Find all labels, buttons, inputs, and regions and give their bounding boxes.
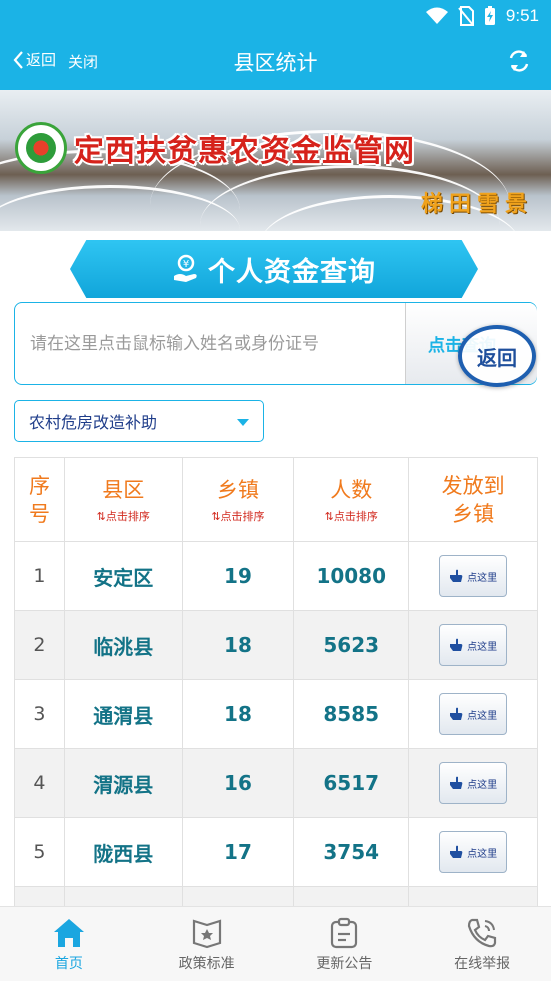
row-county: 渭源县	[63, 748, 183, 818]
search-box: 点击查询	[14, 302, 537, 385]
table-row: 1 安定区 19 10080 点这里	[14, 541, 538, 611]
floating-return-button[interactable]: 返回	[458, 325, 536, 387]
home-icon	[53, 919, 84, 947]
row-index: 1	[14, 541, 65, 611]
pointing-hand-icon	[450, 776, 463, 789]
row-people: 6517	[293, 748, 410, 818]
phone-icon	[468, 918, 497, 948]
refresh-button[interactable]	[507, 48, 531, 78]
search-input[interactable]	[15, 303, 405, 384]
tab-label: 政策标准	[178, 956, 235, 972]
header-people[interactable]: 人数 ⇅点击排序	[293, 457, 410, 542]
pointing-hand-icon	[450, 707, 463, 720]
table-row: 5 陇西县 17 3754 点这里	[14, 817, 538, 887]
row-towns: 19	[181, 541, 295, 611]
row-towns: 18	[181, 610, 295, 680]
row-index: 5	[14, 817, 65, 887]
sort-hint: ⇅点击排序	[211, 509, 265, 523]
row-towns: 17	[181, 817, 295, 887]
section-title: 个人资金查询	[208, 256, 376, 288]
refresh-icon	[509, 50, 529, 72]
banner-subtitle: 梯田雪景	[420, 192, 533, 217]
caret-down-icon	[237, 419, 249, 426]
sort-hint: ⇅点击排序	[324, 509, 378, 523]
sort-hint: ⇅点击排序	[96, 509, 150, 523]
row-county: 安定区	[63, 541, 183, 611]
status-icons: 9:51	[425, 5, 539, 27]
row-towns: 16	[181, 748, 295, 818]
banner-title: 定西扶贫惠农资金监管网	[74, 134, 415, 169]
section-header: ¥ 个人资金查询	[70, 240, 478, 298]
county-stats-table: 序 号 县区 ⇅点击排序 乡镇 ⇅点击排序 人数 ⇅点击排序 发放到 乡镇 1	[14, 457, 538, 956]
pointing-hand-icon	[450, 638, 463, 651]
click-here-button[interactable]: 点这里	[439, 624, 508, 666]
row-people: 8585	[293, 679, 410, 749]
click-here-button[interactable]: 点这里	[439, 762, 508, 804]
header-distribute: 发放到 乡镇	[408, 457, 538, 542]
pointing-hand-icon	[450, 845, 463, 858]
row-county: 临洮县	[63, 610, 183, 680]
row-index: 4	[14, 748, 65, 818]
table-row: 3 通渭县 18 8585 点这里	[14, 679, 538, 749]
tab-policy[interactable]: 政策标准	[138, 907, 276, 981]
tab-report[interactable]: 在线举报	[413, 907, 551, 981]
policy-book-icon	[192, 919, 221, 949]
click-here-button[interactable]: 点这里	[439, 693, 508, 735]
wifi-icon	[425, 7, 448, 24]
click-here-button[interactable]: 点这里	[439, 555, 508, 597]
click-here-button[interactable]: 点这里	[439, 831, 508, 873]
row-index: 2	[14, 610, 65, 680]
table-row: 4 渭源县 16 6517 点这里	[14, 748, 538, 818]
battery-charging-icon	[484, 6, 495, 25]
pointing-hand-icon	[450, 569, 463, 582]
tab-label: 更新公告	[316, 956, 373, 972]
tab-label: 在线举报	[454, 956, 511, 972]
tab-label: 首页	[54, 956, 83, 972]
svg-text:¥: ¥	[183, 259, 189, 270]
row-county: 通渭县	[63, 679, 183, 749]
row-towns: 18	[181, 679, 295, 749]
table-header-row: 序 号 县区 ⇅点击排序 乡镇 ⇅点击排序 人数 ⇅点击排序 发放到 乡镇	[14, 457, 538, 542]
status-time: 9:51	[505, 6, 539, 25]
status-bar: 9:51	[0, 0, 551, 32]
bottom-tab-bar: 首页 政策标准 更新公告 在线举报	[0, 906, 551, 981]
banner-image: 定西扶贫惠农资金监管网 梯田雪景	[0, 90, 551, 231]
row-index: 3	[14, 679, 65, 749]
tab-home[interactable]: 首页	[0, 907, 138, 981]
header-town[interactable]: 乡镇 ⇅点击排序	[181, 457, 295, 542]
no-sim-icon	[458, 6, 474, 26]
select-value: 农村危房改造补助	[29, 413, 158, 432]
table-row: 2 临洮县 18 5623 点这里	[14, 610, 538, 680]
row-people: 3754	[293, 817, 410, 887]
row-people: 10080	[293, 541, 410, 611]
header-index: 序 号	[14, 457, 65, 542]
nav-bar: 返回 关闭 县区统计	[0, 32, 551, 90]
page-title: 县区统计	[233, 51, 318, 75]
header-county[interactable]: 县区 ⇅点击排序	[63, 457, 183, 542]
subsidy-type-select[interactable]: 农村危房改造补助	[14, 400, 264, 442]
tab-announcements[interactable]: 更新公告	[276, 907, 414, 981]
clipboard-icon	[331, 917, 358, 949]
money-hand-icon: ¥	[174, 254, 197, 282]
row-county: 陇西县	[63, 817, 183, 887]
row-people: 5623	[293, 610, 410, 680]
logo-emblem	[15, 122, 67, 174]
